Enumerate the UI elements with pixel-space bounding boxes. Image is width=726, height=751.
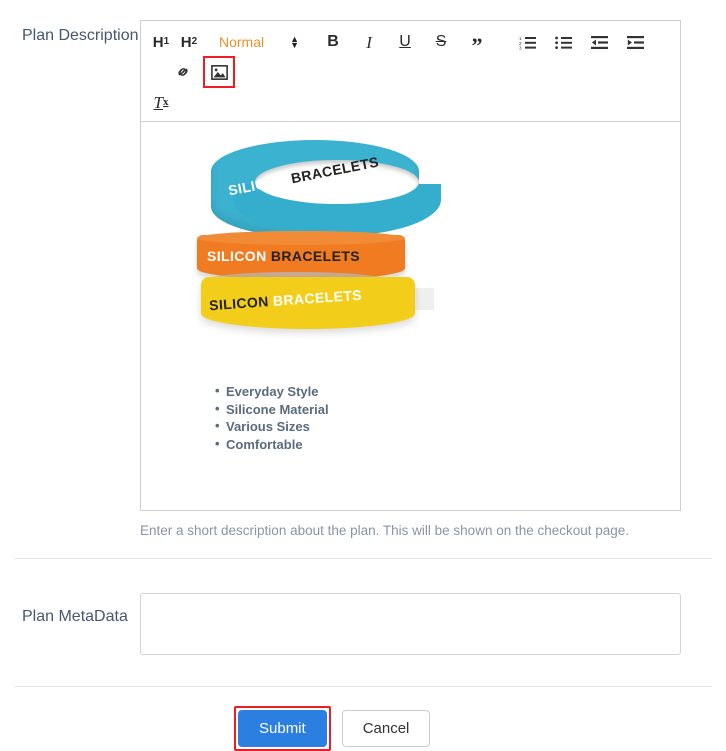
outdent-button[interactable] (586, 29, 612, 55)
underline-button[interactable]: U (392, 29, 418, 55)
plan-description-row: Plan Description H1 H2 Normal ▲ ▼ B I U … (0, 0, 726, 540)
plan-description-label: Plan Description (22, 27, 139, 44)
bracelet-band-orange-top (197, 231, 405, 245)
bracelet-band-cyan-hole (255, 160, 419, 204)
feature-list: Everyday Style Silicone Material Various… (215, 382, 668, 454)
indent-icon (626, 35, 644, 49)
toolbar-group-inline: B I U S ” (319, 27, 491, 57)
link-icon (178, 68, 188, 76)
bullet-list-icon (554, 36, 572, 49)
clear-formatting-label: T (153, 92, 163, 112)
plan-metadata-label: Plan MetaData (22, 608, 128, 625)
toolbar-group-insert (169, 56, 235, 88)
chevron-updown-icon: ▲ ▼ (290, 34, 300, 50)
image-icon (210, 64, 228, 80)
bold-button[interactable]: B (320, 29, 346, 55)
bracelet-band-yellow (201, 277, 415, 329)
plan-metadata-input[interactable] (140, 593, 681, 655)
clear-formatting-button[interactable]: Tx (148, 89, 174, 115)
blockquote-button[interactable]: ” (464, 29, 490, 57)
outdent-icon (590, 35, 608, 49)
indent-button[interactable] (622, 29, 648, 55)
bracelet-band-cyan (211, 140, 441, 238)
rich-text-editor[interactable]: H1 H2 Normal ▲ ▼ B I U S ” 1 2 3 T x SIL… (140, 20, 681, 511)
image-button[interactable] (203, 56, 235, 88)
heading-2-button[interactable]: H2 (176, 29, 202, 55)
plan-metadata-row: Plan MetaData (0, 559, 726, 686)
form-actions: Submit Cancel (0, 687, 726, 751)
list-item: Silicone Material (215, 400, 668, 419)
bracelets-image: SILICON BRACELETS SILICON BRACELETS SILI… (189, 140, 441, 345)
submit-button-highlight: Submit (234, 706, 331, 751)
strikethrough-button[interactable]: S (428, 29, 454, 55)
list-item: Everyday Style (215, 382, 668, 401)
toolbar-group-lists: 1 2 3 (513, 27, 649, 57)
heading-1-sub: 1 (163, 36, 170, 47)
italic-button[interactable]: I (356, 29, 382, 55)
clear-formatting-sub: x (162, 95, 169, 108)
svg-text:3: 3 (519, 45, 522, 50)
ordered-list-icon: 1 2 3 (519, 36, 536, 50)
format-picker-value: Normal (219, 34, 265, 50)
list-item: Various Sizes (215, 417, 668, 436)
toolbar-group-headings: H1 H2 (147, 27, 203, 57)
editor-content-area[interactable]: SILICON BRACELETS SILICON BRACELETS SILI… (141, 122, 680, 510)
plan-description-control: H1 H2 Normal ▲ ▼ B I U S ” 1 2 3 T x SIL… (140, 20, 726, 540)
ordered-list-button[interactable]: 1 2 3 (514, 29, 540, 55)
toolbar-group-clear: Tx (147, 87, 674, 117)
bullet-list-button[interactable] (550, 29, 576, 55)
editor-toolbar: H1 H2 Normal ▲ ▼ B I U S ” 1 2 3 T x (141, 21, 680, 122)
link-button[interactable] (170, 59, 196, 85)
format-picker[interactable]: Normal ▲ ▼ (219, 34, 299, 50)
heading-2-sub: 2 (191, 36, 198, 47)
heading-1-button[interactable]: H1 (148, 29, 174, 55)
plan-metadata-control (140, 593, 726, 660)
heading-2-label: H (180, 33, 192, 51)
plan-description-help-text: Enter a short description about the plan… (140, 523, 630, 538)
heading-1-label: H (152, 33, 164, 51)
list-item: Comfortable (215, 435, 668, 454)
